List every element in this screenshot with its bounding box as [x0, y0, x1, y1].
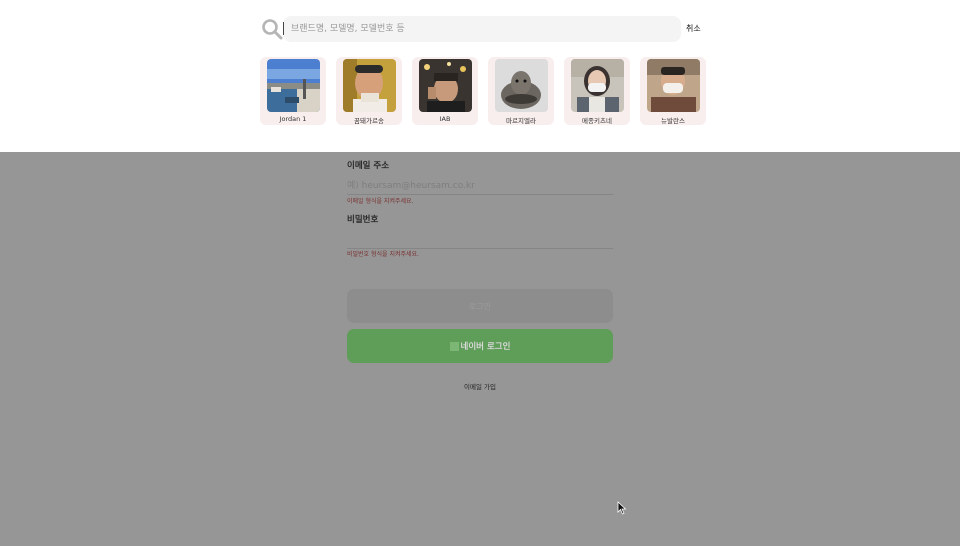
search-panel: 취소 Jordan 1 — [0, 0, 960, 152]
brand-thumbnail — [571, 59, 624, 112]
brand-card-margiela[interactable]: 마르지엘라 — [488, 57, 554, 125]
brand-card-cdg[interactable]: 꿈돼가르송 — [336, 57, 402, 125]
login-overlay: 이메일 주소 이메일 형식을 지켜주세요. 비밀번호 비밀번호 형식을 지켜주세… — [0, 152, 960, 546]
text-caret — [283, 22, 284, 35]
brand-label: IAB — [439, 115, 451, 123]
naver-login-button[interactable]: 네이버 로그인 — [347, 329, 613, 363]
brand-label: Jordan 1 — [279, 115, 307, 123]
brand-card-kitsune[interactable]: 메종키츠네 — [564, 57, 630, 125]
brand-thumbnail — [343, 59, 396, 112]
password-field[interactable] — [347, 231, 613, 249]
brand-label: 꿈돼가르송 — [354, 117, 384, 125]
brand-shortcuts: Jordan 1 꿈돼가르송 IAB 마르지엘라 메종키츠네 뉴발란스 — [260, 57, 712, 125]
brand-label: 뉴발란스 — [661, 117, 685, 125]
brand-card-newbalance[interactable]: 뉴발란스 — [640, 57, 706, 125]
login-button[interactable]: 로그인 — [347, 289, 613, 323]
password-error: 비밀번호 형식을 지켜주세요. — [347, 251, 419, 258]
brand-thumbnail — [495, 59, 548, 112]
mouse-cursor-icon — [617, 500, 627, 515]
email-signup-link[interactable]: 이메일 가입 — [0, 381, 960, 391]
brand-card-jordan1[interactable]: Jordan 1 — [260, 57, 326, 125]
email-field[interactable] — [347, 177, 613, 195]
brand-label: 마르지엘라 — [506, 117, 536, 125]
brand-thumbnail — [419, 59, 472, 112]
email-error: 이메일 형식을 지켜주세요. — [347, 198, 414, 205]
brand-card-iab[interactable]: IAB — [412, 57, 478, 125]
search-input[interactable] — [283, 16, 681, 42]
brand-label: 메종키츠네 — [582, 117, 612, 125]
naver-icon — [449, 341, 459, 351]
brand-thumbnail — [647, 59, 700, 112]
naver-login-label: 네이버 로그인 — [460, 342, 511, 352]
password-label: 비밀번호 — [347, 215, 379, 225]
brand-thumbnail — [267, 59, 320, 112]
cancel-button[interactable]: 취소 — [686, 23, 701, 34]
search-icon[interactable] — [261, 18, 283, 40]
email-label: 이메일 주소 — [347, 161, 390, 171]
